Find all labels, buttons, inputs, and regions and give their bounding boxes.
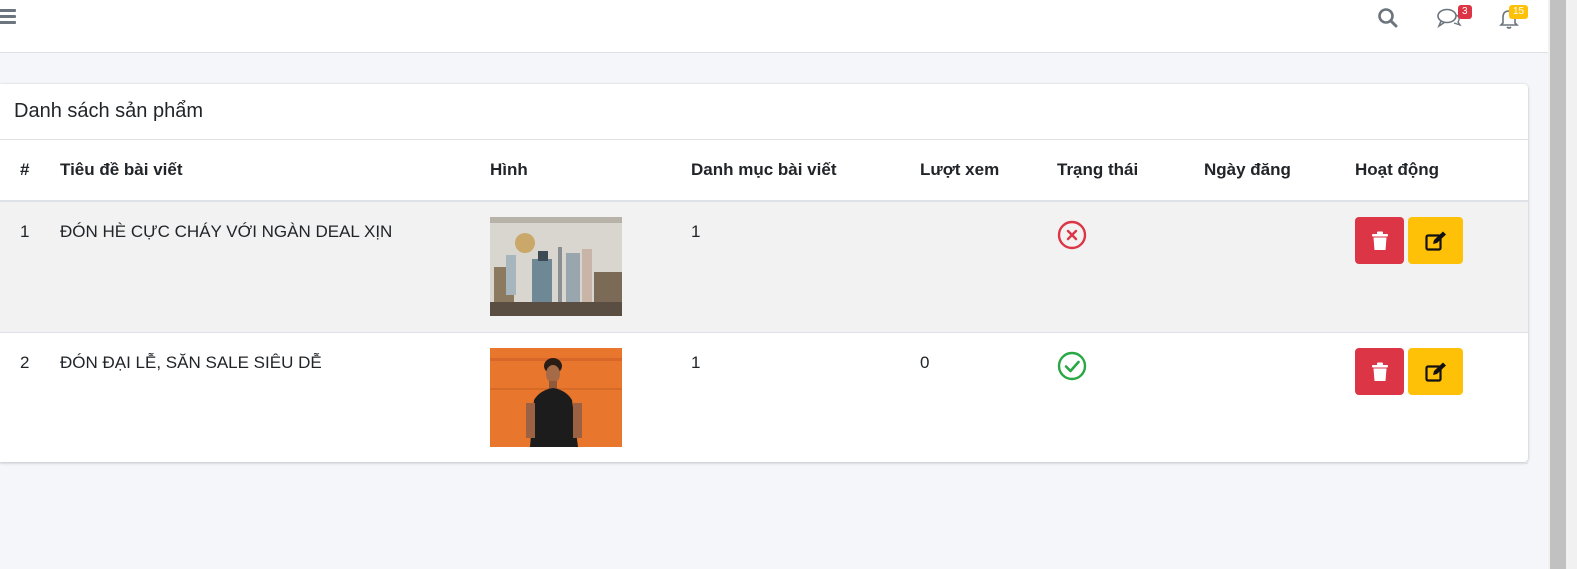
trash-icon <box>1371 362 1388 381</box>
table-row: 2 ĐÓN ĐẠI LỄ, SĂN SALE SIÊU DỄ 1 0 <box>0 332 1528 464</box>
menu-icon[interactable] <box>0 9 16 25</box>
column-header-status: Trạng thái <box>1057 140 1204 202</box>
edit-button[interactable] <box>1408 348 1463 395</box>
column-header-date: Ngày đăng <box>1204 140 1355 202</box>
product-thumbnail-clothing-store <box>490 217 622 316</box>
delete-button[interactable] <box>1355 348 1404 395</box>
search-icon[interactable] <box>1376 6 1400 30</box>
column-header-views: Lượt xem <box>920 140 1057 202</box>
column-header-category: Danh mục bài viết <box>691 140 920 202</box>
delete-button[interactable] <box>1355 217 1404 264</box>
status-active-icon <box>1057 351 1087 381</box>
column-header-index: # <box>0 140 60 202</box>
status-inactive-icon <box>1057 220 1087 250</box>
table-header-row: # Tiêu đề bài viết Hình Danh mục bài viế… <box>0 140 1528 202</box>
notifications-badge: 15 <box>1509 5 1529 19</box>
product-list-card: Danh sách sản phẩm # Tiêu đề bài viết Hì… <box>0 84 1528 464</box>
page-scrollbar[interactable] <box>1548 0 1577 569</box>
row-title: ĐÓN HÈ CỰC CHÁY VỚI NGÀN DEAL XỊN <box>60 222 393 241</box>
row-index: 2 <box>20 353 30 372</box>
row-category: 1 <box>691 222 701 241</box>
card-title: Danh sách sản phẩm <box>0 84 1528 140</box>
row-actions <box>1355 348 1528 395</box>
row-date <box>1204 333 1355 353</box>
edit-icon <box>1424 362 1446 382</box>
scrollbar-thumb[interactable] <box>1550 0 1566 569</box>
bell-icon[interactable]: 15 <box>1497 5 1529 30</box>
row-actions <box>1355 217 1528 264</box>
top-navbar: 3 15 <box>0 0 1548 53</box>
trash-icon <box>1371 231 1388 250</box>
column-header-image: Hình <box>490 140 691 202</box>
row-index: 1 <box>20 222 30 241</box>
column-header-actions: Hoạt động <box>1355 140 1528 202</box>
row-category: 1 <box>691 353 701 372</box>
row-title: ĐÓN ĐẠI LỄ, SĂN SALE SIÊU DỄ <box>60 353 322 372</box>
row-date <box>1204 202 1355 222</box>
edit-icon <box>1424 231 1446 251</box>
product-table: # Tiêu đề bài viết Hình Danh mục bài viế… <box>0 140 1528 464</box>
edit-button[interactable] <box>1408 217 1463 264</box>
row-views: 0 <box>920 353 930 372</box>
messages-badge: 3 <box>1458 5 1472 19</box>
product-thumbnail-man-orange-wall <box>490 348 622 447</box>
column-header-title: Tiêu đề bài viết <box>60 140 490 202</box>
table-row: 1 ĐÓN HÈ CỰC CHÁY VỚI NGÀN DEAL XỊN 1 <box>0 201 1528 333</box>
chat-icon[interactable]: 3 <box>1436 5 1472 30</box>
row-views <box>920 202 1057 222</box>
